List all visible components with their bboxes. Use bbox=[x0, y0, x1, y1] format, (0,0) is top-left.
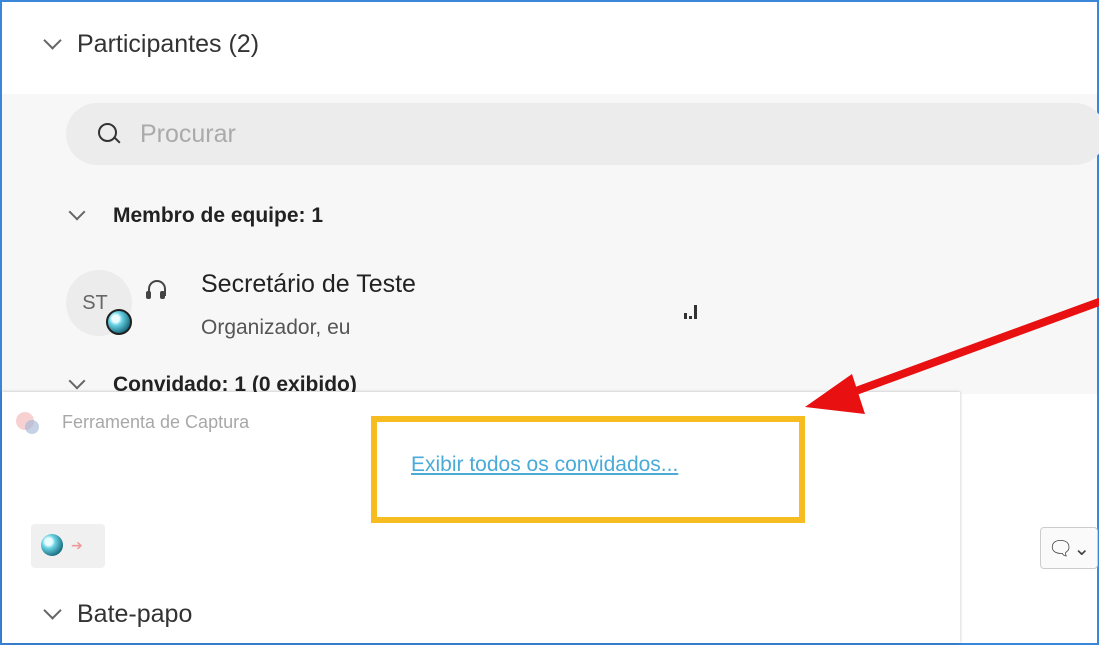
annotation-arrow bbox=[805, 298, 1099, 414]
